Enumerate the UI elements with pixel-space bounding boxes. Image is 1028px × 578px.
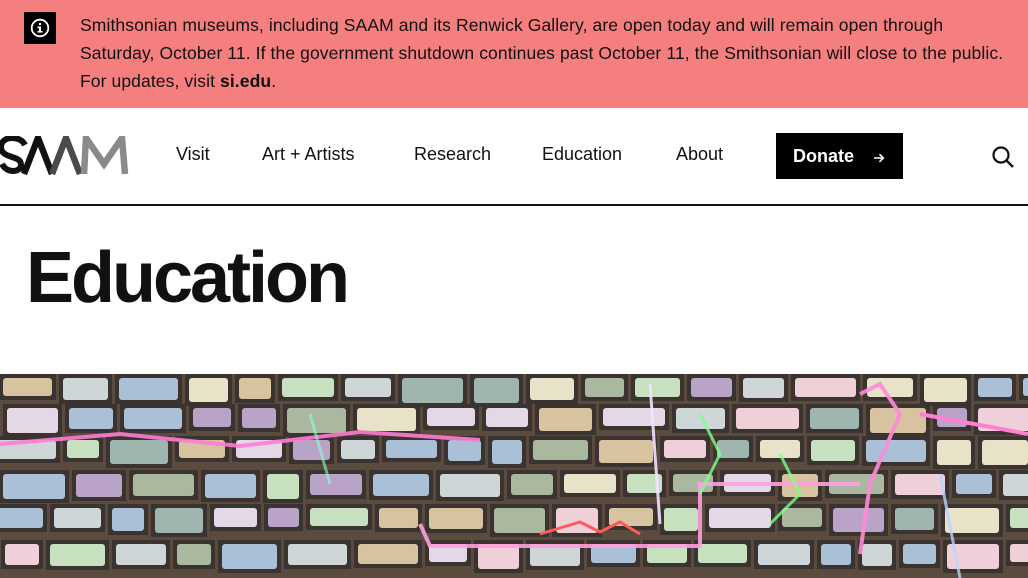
page-title: Education xyxy=(26,238,350,318)
nav-research[interactable]: Research xyxy=(414,144,491,165)
nav-art-artists[interactable]: Art + Artists xyxy=(262,144,355,165)
alert-link[interactable]: si.edu xyxy=(220,71,271,91)
nav-education[interactable]: Education xyxy=(542,144,622,165)
alert-message: Smithsonian museums, including SAAM and … xyxy=(80,11,1010,95)
donate-label: Donate xyxy=(793,145,855,166)
search-icon[interactable] xyxy=(990,144,1016,170)
saam-logo[interactable] xyxy=(0,128,130,176)
arrow-right-icon xyxy=(872,149,886,170)
alert-text: Smithsonian museums, including SAAM and … xyxy=(80,15,1004,91)
hero-image xyxy=(0,374,1028,578)
nav-visit[interactable]: Visit xyxy=(176,144,210,165)
donate-button[interactable]: Donate xyxy=(776,133,903,179)
alert-banner: Smithsonian museums, including SAAM and … xyxy=(0,0,1028,108)
nav-about[interactable]: About xyxy=(676,144,723,165)
site-header: Visit Art + Artists Research Education A… xyxy=(0,108,1028,206)
info-icon xyxy=(24,12,56,44)
alert-text-end: . xyxy=(271,71,277,91)
